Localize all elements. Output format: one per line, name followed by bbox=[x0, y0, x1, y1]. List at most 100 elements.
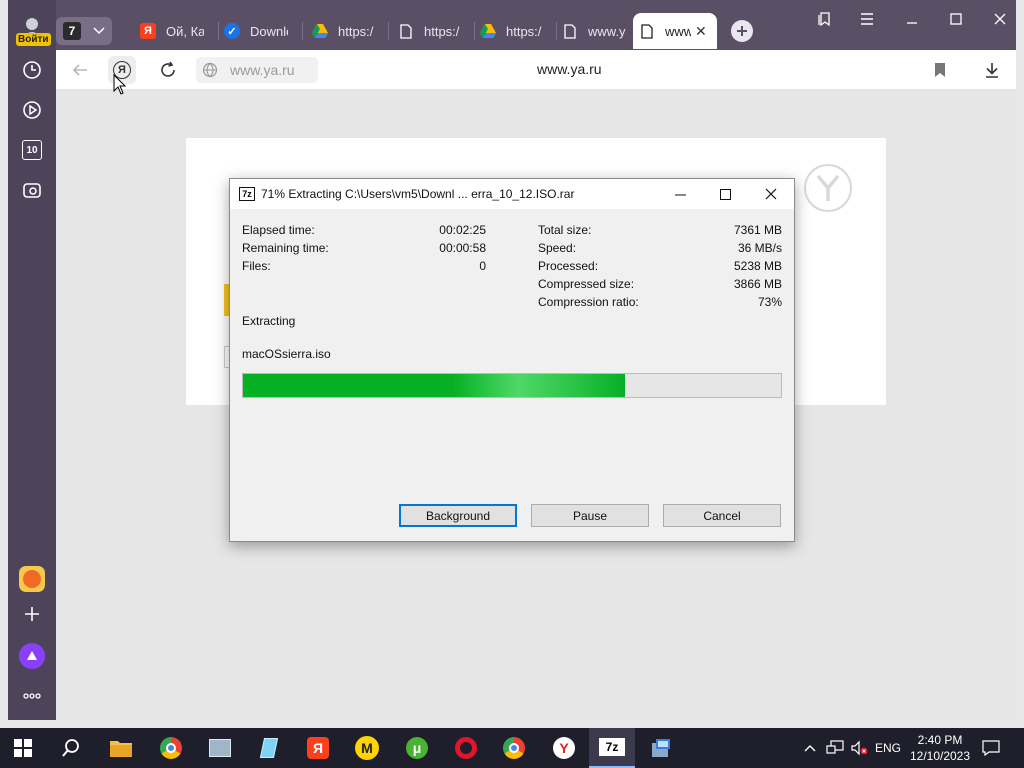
dialog-minimize-icon[interactable] bbox=[658, 179, 703, 209]
start-icon[interactable] bbox=[0, 728, 46, 768]
search-icon[interactable] bbox=[48, 728, 94, 768]
add-icon[interactable] bbox=[22, 604, 42, 624]
chrome-icon[interactable] bbox=[148, 728, 194, 768]
tab-page-2[interactable]: www.y bbox=[562, 13, 628, 49]
dialog-close-icon[interactable] bbox=[748, 179, 793, 209]
clock-date: 12/10/2023 bbox=[909, 749, 971, 763]
camera-icon[interactable] bbox=[22, 180, 42, 200]
new-tab-button[interactable] bbox=[731, 20, 753, 42]
drive-icon bbox=[480, 23, 496, 39]
notepad-icon[interactable] bbox=[246, 728, 292, 768]
progress-bar bbox=[242, 373, 782, 398]
network-icon[interactable] bbox=[824, 728, 846, 768]
pause-button[interactable]: Pause bbox=[531, 504, 649, 527]
yandex-market-icon[interactable]: M bbox=[344, 728, 390, 768]
menu-icon[interactable] bbox=[856, 8, 878, 30]
ten-icon-label: 10 bbox=[26, 144, 38, 156]
yandex-browser-icon[interactable]: Y bbox=[541, 728, 587, 768]
mouse-cursor-icon bbox=[113, 74, 127, 95]
utorrent-icon[interactable]: μ bbox=[394, 728, 440, 768]
yandex-icon[interactable]: Я bbox=[295, 728, 341, 768]
taskbar: Я M μ Y 7z ENG 2:40 PM 12/10/2023 bbox=[0, 728, 1024, 768]
tab-label: Downlo bbox=[250, 23, 288, 39]
notifications-icon[interactable] bbox=[978, 728, 1004, 768]
total-size-label: Total size: bbox=[538, 223, 592, 237]
clock-time: 2:40 PM bbox=[917, 733, 963, 747]
compressed-size-label: Compressed size: bbox=[538, 277, 635, 291]
speed-value: 36 MB/s bbox=[737, 241, 782, 255]
collections-icon[interactable] bbox=[813, 8, 835, 30]
page-icon bbox=[639, 23, 655, 39]
remaining-time-value: 00:00:58 bbox=[439, 241, 486, 255]
alice-icon[interactable] bbox=[19, 643, 45, 669]
tab-label: www.y bbox=[588, 23, 626, 39]
sevenzip-icon: 7z bbox=[239, 187, 255, 201]
page-title-text: www.ya.ru bbox=[537, 61, 602, 77]
browser-toolbar: Я www.ya.ru www.ya.ru bbox=[56, 50, 1016, 90]
dialog-titlebar[interactable]: 7z 71% Extracting C:\Users\vm5\Downl ...… bbox=[230, 179, 794, 209]
bookmark-icon[interactable] bbox=[930, 60, 950, 80]
tab-drive-1[interactable]: https:/ bbox=[312, 13, 382, 49]
status-text: Extracting bbox=[242, 314, 296, 328]
url-text: www.ya.ru bbox=[230, 62, 295, 78]
login-label: Войти bbox=[16, 33, 51, 46]
page-icon bbox=[398, 23, 414, 39]
play-icon[interactable] bbox=[22, 100, 42, 120]
tab-active[interactable]: www ✕ bbox=[633, 13, 717, 49]
elapsed-time-label: Elapsed time: bbox=[242, 223, 315, 237]
address-bar[interactable]: www.ya.ru bbox=[196, 57, 318, 83]
tab-bar: 7 Я Ой, Ка ✓ Downlo https:/ https:/ http… bbox=[56, 0, 1016, 50]
background-button[interactable]: Background bbox=[399, 504, 517, 527]
dialog-title: 71% Extracting C:\Users\vm5\Downl ... er… bbox=[261, 187, 575, 201]
opera-icon[interactable] bbox=[443, 728, 489, 768]
app-icon[interactable] bbox=[197, 728, 243, 768]
speed-label: Speed: bbox=[538, 241, 577, 255]
drive-icon bbox=[312, 23, 328, 39]
minimize-icon[interactable] bbox=[901, 8, 923, 30]
globe-icon bbox=[202, 62, 218, 78]
current-file-name: macOSsierra.iso bbox=[242, 347, 331, 361]
tab-label: Ой, Ка bbox=[166, 23, 204, 39]
installer-icon[interactable] bbox=[638, 728, 684, 768]
page-icon bbox=[562, 23, 578, 39]
remaining-time-label: Remaining time: bbox=[242, 241, 329, 255]
close-tab-icon[interactable]: ✕ bbox=[695, 23, 707, 40]
extraction-dialog: 7z 71% Extracting C:\Users\vm5\Downl ...… bbox=[229, 178, 795, 542]
tab-label: https:/ bbox=[338, 23, 374, 39]
maximize-icon[interactable] bbox=[945, 8, 967, 30]
tray-chevron-up-icon[interactable] bbox=[800, 728, 820, 768]
tab-drive-2[interactable]: https:/ bbox=[480, 13, 550, 49]
tab-count-badge: 7 bbox=[63, 22, 81, 40]
ten-icon[interactable]: 10 bbox=[22, 140, 42, 160]
tab-label: https:/ bbox=[506, 23, 542, 39]
compression-ratio-label: Compression ratio: bbox=[538, 295, 639, 309]
tab-yandex[interactable]: Я Ой, Ка bbox=[140, 13, 210, 49]
chevron-down-icon bbox=[93, 27, 105, 35]
yandex-icon: Я bbox=[140, 23, 156, 39]
chrome-alt-icon[interactable] bbox=[491, 728, 537, 768]
close-window-icon[interactable] bbox=[989, 8, 1011, 30]
reload-icon[interactable] bbox=[158, 60, 178, 80]
files-value: 0 bbox=[479, 259, 486, 273]
total-size-value: 7361 MB bbox=[733, 223, 782, 237]
language-indicator[interactable]: ENG bbox=[872, 728, 904, 768]
more-icon[interactable] bbox=[22, 686, 42, 706]
tab-page-1[interactable]: https:/ bbox=[398, 13, 468, 49]
tab-download[interactable]: ✓ Downlo bbox=[224, 13, 296, 49]
processed-value: 5238 MB bbox=[733, 259, 782, 273]
mail-app-icon[interactable] bbox=[19, 566, 45, 592]
file-explorer-icon[interactable] bbox=[98, 728, 144, 768]
processed-label: Processed: bbox=[538, 259, 599, 273]
volume-muted-icon[interactable] bbox=[848, 728, 870, 768]
clock[interactable]: 2:40 PM 12/10/2023 bbox=[906, 728, 974, 768]
progress-bar-fill bbox=[243, 374, 625, 397]
back-icon[interactable] bbox=[70, 60, 90, 80]
tab-counter-button[interactable]: 7 bbox=[56, 17, 112, 45]
7zip-icon[interactable]: 7z bbox=[589, 728, 635, 768]
dialog-maximize-icon[interactable] bbox=[703, 179, 748, 209]
cancel-button[interactable]: Cancel bbox=[663, 504, 781, 527]
elapsed-time-value: 00:02:25 bbox=[439, 223, 486, 237]
profile-button[interactable]: Войти bbox=[14, 16, 51, 46]
download-icon[interactable] bbox=[982, 60, 1002, 80]
history-icon[interactable] bbox=[22, 60, 42, 80]
